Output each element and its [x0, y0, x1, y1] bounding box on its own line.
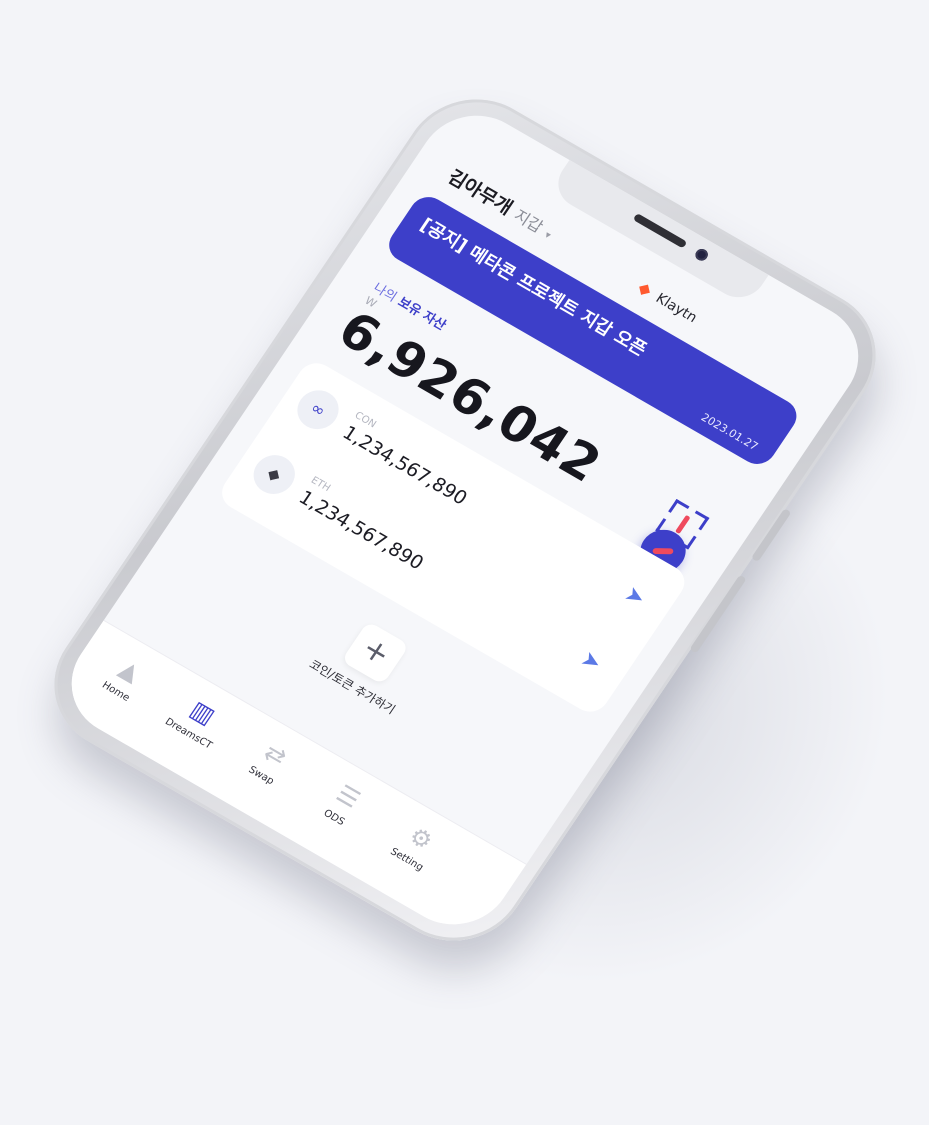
- send-icon[interactable]: ➤: [614, 578, 654, 615]
- tab-setting[interactable]: ⚙ Setting: [372, 807, 461, 882]
- tab-home[interactable]: ▲ Home: [81, 639, 170, 714]
- send-icon[interactable]: ➤: [571, 643, 611, 680]
- network-name: Klaytn: [652, 290, 700, 327]
- tab-swap[interactable]: ⇄ Swap: [227, 723, 316, 798]
- tab-ods[interactable]: ☰ ODS: [300, 765, 389, 840]
- con-coin-icon: ∞: [289, 383, 347, 437]
- ods-icon: ☰: [331, 779, 366, 814]
- swap-icon: ⇄: [258, 737, 292, 772]
- city-icon: ▥: [185, 695, 221, 730]
- phone-screen: 김아무개 지갑 ▾ ◆ Klaytn [공지] 메타콘 프로젝트 지갑 오픈 2…: [49, 95, 881, 945]
- home-icon: ▲: [114, 654, 146, 687]
- speaker: [632, 212, 688, 249]
- wallet-suffix: 지갑: [510, 205, 547, 237]
- front-camera: [693, 246, 711, 263]
- bottom-tab-bar: ▲ Home ▥ DreamsCT ⇄ Swap ☰ ODS ⚙ Setting: [49, 619, 527, 945]
- klaytn-logo-icon: ◆: [634, 277, 656, 300]
- notice-date: 2023.01.27: [698, 410, 761, 454]
- phone-mockup: 김아무개 지갑 ▾ ◆ Klaytn [공지] 메타콘 프로젝트 지갑 오픈 2…: [0, 0, 929, 1035]
- eth-coin-icon: ◆: [245, 447, 303, 502]
- tab-dreamsct[interactable]: ▥ DreamsCT: [154, 681, 243, 756]
- plus-icon: +: [355, 630, 397, 673]
- phone-body: 김아무개 지갑 ▾ ◆ Klaytn [공지] 메타콘 프로젝트 지갑 오픈 2…: [26, 74, 904, 966]
- chevron-down-icon: ▾: [542, 229, 553, 242]
- gear-icon: ⚙: [403, 821, 439, 856]
